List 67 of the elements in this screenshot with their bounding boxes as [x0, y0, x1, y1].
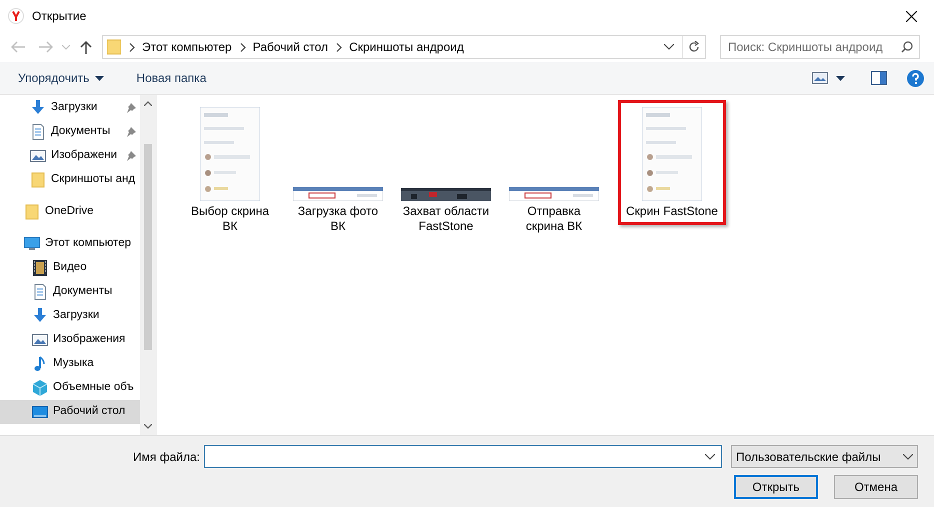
sidebar-item[interactable]: Рабочий стол — [0, 400, 140, 424]
scroll-up-icon[interactable] — [144, 101, 152, 106]
sidebar-item[interactable]: Документы — [0, 280, 140, 304]
pin-icon[interactable] — [126, 151, 136, 161]
computer-icon — [24, 236, 40, 252]
file-item[interactable]: Выбор скрина ВК — [180, 100, 280, 240]
close-icon — [906, 10, 916, 22]
caret-icon[interactable] — [836, 76, 845, 80]
scrollbar[interactable] — [140, 95, 156, 435]
cancel-button[interactable]: Отмена — [834, 475, 918, 499]
breadcrumb-item[interactable]: Этот компьютер — [142, 38, 232, 56]
sidebar-item[interactable]: Загрузки — [0, 304, 140, 328]
dropdown-caret-icon — [705, 454, 715, 460]
sidebar-item[interactable]: Объемные объ — [0, 376, 140, 400]
sidebar-item[interactable]: Видео — [0, 256, 140, 280]
pin-icon[interactable] — [126, 103, 136, 113]
browser-logo-icon — [8, 8, 24, 24]
download-arrow-icon — [32, 308, 48, 324]
caret-icon — [95, 76, 104, 80]
sidebar-item[interactable]: OneDrive — [0, 200, 140, 224]
folder-icon — [107, 39, 121, 55]
sidebar-item[interactable]: Изображения — [0, 328, 140, 352]
sidebar-item[interactable]: Документы — [0, 120, 140, 144]
pin-icon[interactable] — [126, 127, 136, 137]
open-button[interactable]: Открыть — [734, 475, 818, 499]
desktop-icon — [32, 404, 48, 420]
chevron-icon[interactable] — [336, 42, 342, 52]
breadcrumb-item[interactable]: Рабочий стол — [252, 38, 328, 56]
help-icon[interactable] — [907, 70, 924, 86]
search-field[interactable]: Поиск: Скриншоты андроид — [720, 35, 920, 59]
file-name-field[interactable] — [204, 445, 722, 468]
film-icon — [32, 260, 48, 276]
chevron-icon[interactable] — [240, 42, 246, 52]
dropdown-caret-icon[interactable] — [664, 44, 674, 50]
preview-pane-icon[interactable] — [871, 71, 887, 85]
file-item[interactable]: Отправка скрина ВК — [504, 100, 604, 240]
dropdown-caret-icon — [903, 454, 913, 460]
refresh-icon[interactable] — [688, 41, 700, 53]
folder-icon — [30, 172, 46, 188]
scroll-thumb[interactable] — [144, 144, 152, 350]
search-icon — [901, 41, 913, 53]
picture-icon — [32, 332, 48, 348]
sidebar-item[interactable]: Музыка — [0, 352, 140, 376]
chevron-icon[interactable] — [129, 42, 135, 52]
sidebar-item[interactable]: Загрузки — [0, 96, 140, 120]
file-item[interactable]: Захват области FastStone — [396, 100, 496, 240]
organize-button[interactable]: Упорядочить — [10, 66, 112, 90]
file-name-label: Имя файла: — [132, 448, 200, 466]
picture-icon — [30, 148, 46, 164]
window-title: Открытие — [32, 8, 86, 25]
cube-icon — [32, 380, 48, 396]
up-arrow-icon[interactable] — [80, 40, 92, 54]
breadcrumb-item[interactable]: Скриншоты андроид — [349, 38, 464, 56]
sidebar-item[interactable]: Изображени — [0, 144, 140, 168]
document-icon — [32, 284, 48, 300]
download-arrow-icon — [30, 100, 46, 116]
file-type-dropdown[interactable]: Пользовательские файлы — [731, 445, 918, 468]
file-item[interactable]: Загрузка фото ВК — [288, 100, 388, 240]
sidebar-item[interactable]: Этот компьютер — [0, 232, 140, 256]
sidebar-item[interactable]: Скриншоты анд — [0, 168, 140, 192]
view-icon[interactable] — [812, 72, 828, 84]
scroll-down-icon[interactable] — [144, 424, 152, 429]
address-bar[interactable]: Этот компьютер Рабочий стол Скриншоты андроид — [102, 35, 706, 59]
document-icon — [30, 124, 46, 140]
new-folder-button[interactable]: Новая папка — [128, 66, 214, 90]
file-item[interactable]: Скрин FastStone — [618, 100, 726, 225]
folder-icon — [24, 204, 40, 220]
